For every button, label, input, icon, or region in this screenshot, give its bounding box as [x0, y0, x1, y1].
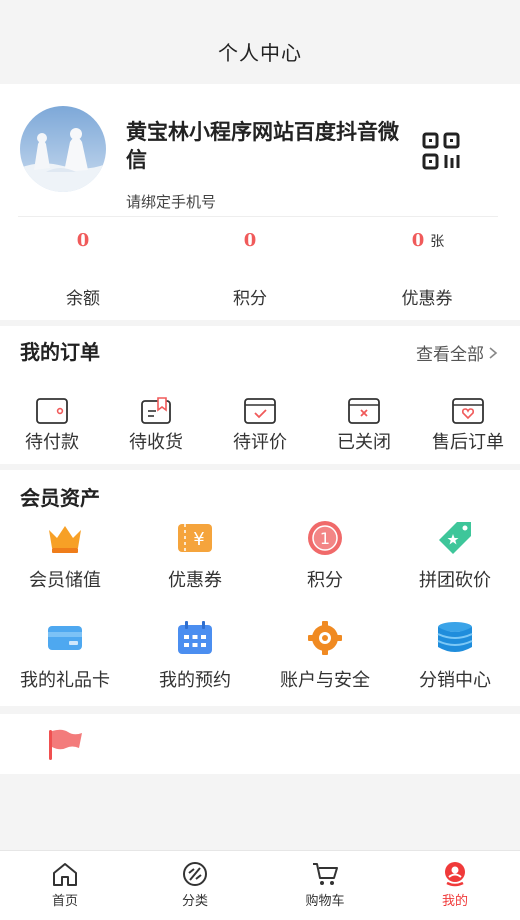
asset-distribution-center[interactable]: 分销中心 — [390, 620, 520, 692]
orders-card: 我的订单 查看全部 待付款 待收货 待评价 已关闭 售后订单 — [0, 326, 520, 464]
view-all-label: 查看全部 — [416, 345, 484, 365]
profile-card: 黄宝林小程序网站百度抖音微信 请绑定手机号 0 0 0张 余额 积分 优惠券 — [0, 84, 520, 320]
wallet-icon — [36, 398, 68, 424]
home-icon — [53, 863, 77, 886]
category-icon — [183, 862, 207, 886]
asset-member-deposit[interactable]: 会员储值 — [0, 520, 130, 592]
stat-coupons-unit: 张 — [430, 234, 445, 250]
stat-balance-label: 余额 — [66, 289, 100, 309]
gift-card-icon — [48, 626, 82, 650]
qrcode-icon[interactable] — [422, 132, 460, 170]
user-name: 黄宝林小程序网站百度抖音微信 — [126, 120, 399, 172]
check-box-icon — [244, 398, 276, 424]
bind-phone-link[interactable]: 请绑定手机号 — [126, 191, 216, 212]
order-closed[interactable]: 已关闭 — [312, 396, 416, 454]
tab-mine[interactable]: 我的 — [390, 861, 520, 909]
receipt-icon — [141, 397, 171, 424]
stat-points-label: 积分 — [233, 289, 267, 309]
order-pending-payment[interactable]: 待付款 — [0, 396, 104, 454]
assets-title: 会员资产 — [20, 486, 100, 510]
close-box-icon — [348, 398, 380, 424]
medal-icon: 1 — [308, 521, 342, 555]
user-icon — [445, 862, 465, 887]
svg-text:1: 1 — [320, 529, 330, 548]
order-after-sale[interactable]: 售后订单 — [416, 396, 520, 454]
tag-icon — [439, 522, 471, 554]
database-icon — [437, 622, 473, 652]
flag-icon[interactable] — [46, 728, 84, 762]
nav-bar: 个人中心 — [0, 0, 520, 84]
avatar[interactable] — [20, 106, 106, 192]
bottom-tabbar: 首页 分类 购物车 我的 — [0, 850, 520, 920]
page-title: 个人中心 — [218, 40, 302, 65]
asset-coupons[interactable]: ¥ 优惠券 — [130, 520, 260, 592]
cart-icon — [313, 863, 338, 885]
stat-coupons-label: 优惠券 — [401, 289, 453, 309]
crown-icon — [49, 526, 81, 553]
svg-text:¥: ¥ — [193, 529, 204, 550]
extra-card — [0, 714, 520, 774]
asset-my-booking[interactable]: 我的预约 — [130, 620, 260, 692]
stat-coupons-value[interactable]: 0张 — [348, 230, 508, 251]
asset-gift-card[interactable]: 我的礼品卡 — [0, 620, 130, 692]
chevron-right-icon — [489, 346, 498, 359]
asset-points[interactable]: 1 积分 — [260, 520, 390, 592]
tab-category[interactable]: 分类 — [130, 861, 260, 909]
stat-points-value[interactable]: 0 — [170, 230, 330, 251]
asset-group-bargain[interactable]: 拼团砍价 — [390, 520, 520, 592]
heart-box-icon — [452, 398, 484, 424]
order-pending-review[interactable]: 待评价 — [208, 396, 312, 454]
asset-account-security[interactable]: 账户与安全 — [260, 620, 390, 692]
tab-home[interactable]: 首页 — [0, 861, 130, 909]
stat-balance-value[interactable]: 0 — [3, 230, 163, 251]
order-pending-receipt[interactable]: 待收货 — [104, 396, 208, 454]
tab-cart[interactable]: 购物车 — [260, 861, 390, 909]
coupon-icon: ¥ — [178, 524, 212, 552]
calendar-icon — [178, 621, 212, 654]
orders-title: 我的订单 — [20, 340, 100, 364]
divider — [18, 216, 498, 217]
view-all-orders-link[interactable]: 查看全部 — [416, 340, 498, 365]
settings-icon — [308, 621, 342, 655]
assets-card: 会员资产 会员储值 ¥ 优惠券 1 积分 拼团砍价 我的礼品卡 我的预约 账户与… — [0, 470, 520, 706]
